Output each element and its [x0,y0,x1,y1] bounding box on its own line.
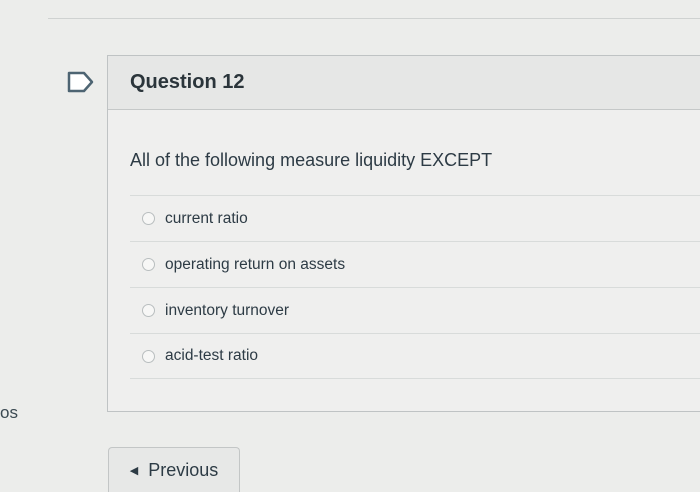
answer-label: inventory turnover [165,301,290,319]
previous-button[interactable]: ◀ Previous [108,447,240,492]
question-header: Question 12 [108,56,700,110]
left-arrow-icon: ◀ [129,464,139,477]
cut-off-text: os [0,403,18,422]
radio-icon[interactable] [142,304,155,317]
answer-label: current ratio [165,209,248,227]
radio-icon[interactable] [142,258,155,271]
answer-label: operating return on assets [165,255,346,273]
question-title: Question 12 [130,71,245,93]
radio-icon[interactable] [142,349,155,363]
question-text: All of the following measure liquidity E… [130,150,493,170]
flag-question-icon[interactable] [66,70,96,94]
answer-option[interactable]: operating return on assets [130,241,700,287]
question-body: All of the following measure liquidity E… [108,110,700,379]
question-card: Question 12 All of the following measure… [107,55,700,412]
answer-list: current ratio operating return on assets… [130,195,700,379]
answer-option[interactable]: inventory turnover [130,287,700,333]
previous-label: Previous [148,459,219,480]
top-divider [48,18,700,19]
answer-option[interactable]: acid-test ratio [130,333,700,379]
radio-icon[interactable] [142,212,155,225]
answer-label: acid-test ratio [165,347,259,364]
answer-option[interactable]: current ratio [130,195,700,241]
